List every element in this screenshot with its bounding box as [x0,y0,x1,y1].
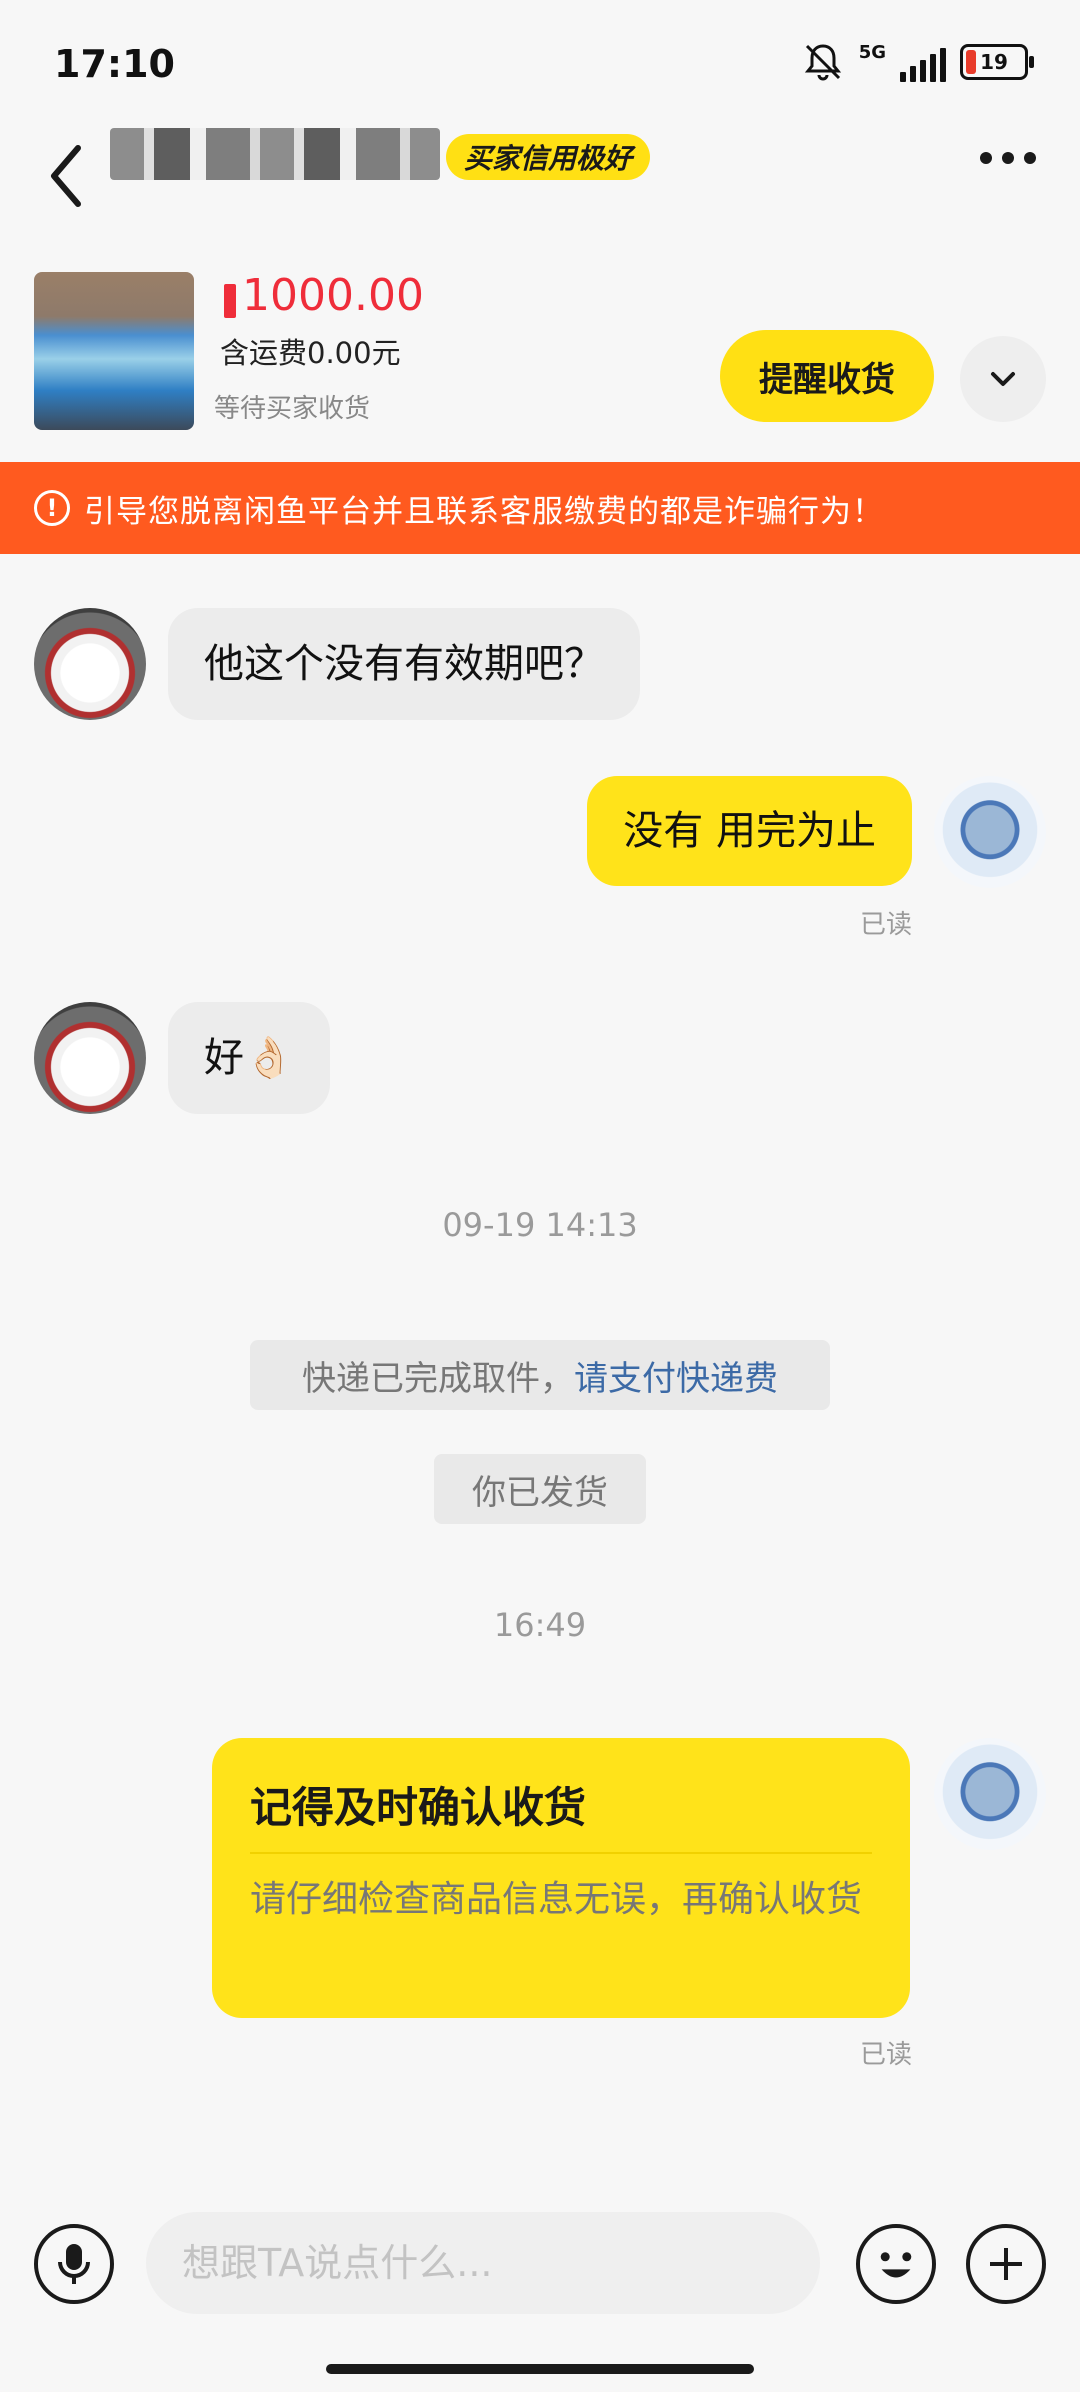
card-divider [250,1852,872,1854]
expand-button[interactable] [960,336,1046,422]
product-price: 1000.00 [242,270,424,321]
message-input[interactable] [146,2212,820,2314]
voice-button[interactable] [34,2224,114,2304]
mute-bell-icon [804,44,841,81]
microphone-icon [58,2244,90,2284]
signal-icon [900,42,946,82]
pay-shipping-link[interactable]: 请支付快递费 [574,1351,778,1400]
read-receipt: 已读 [859,2040,912,2070]
card-title: 记得及时确认收货 [250,1783,587,1832]
message-bubble-outgoing[interactable]: 没有 用完为止 [587,776,912,886]
warning-text: 引导您脱离闲鱼平台并且联系客服缴费的都是诈骗行为！ [84,493,884,530]
system-message-shipped: 你已发货 [434,1454,646,1524]
buyer-avatar[interactable] [34,1002,146,1114]
emoji-icon[interactable] [856,2224,936,2304]
remind-receipt-button[interactable]: 提醒收货 [720,330,934,422]
back-icon[interactable] [36,136,96,216]
confirm-receipt-card[interactable]: 记得及时确认收货 请仔细检查商品信息无误，再确认收货 [212,1738,910,2018]
system-message-pickup: 快递已完成取件， 请支付快递费 [250,1340,830,1410]
self-avatar[interactable] [934,776,1046,888]
status-time: 17:10 [54,42,175,86]
chat-timestamp: 09-19 14:13 [442,1206,638,1244]
message-bubble-incoming[interactable]: 好👌🏻 [168,1002,330,1114]
fraud-warning-banner: ! 引导您脱离闲鱼平台并且联系客服缴费的都是诈骗行为！ [0,462,1080,554]
product-thumbnail[interactable] [34,272,194,430]
order-status: 等待买家收货 [214,394,371,424]
read-receipt: 已读 [859,910,912,940]
warning-icon: ! [34,490,70,526]
network-type: 5G [858,41,886,63]
plus-button[interactable] [966,2224,1046,2304]
contact-name-blurred [110,128,440,180]
more-options-button[interactable] [980,152,1036,164]
chevron-down-icon [991,372,1015,386]
system-message-text: 快递已完成取件， [302,1358,574,1399]
home-indicator[interactable] [326,2364,754,2374]
plus-icon [990,2248,1022,2280]
self-avatar[interactable] [934,1738,1046,1850]
card-body: 请仔细检查商品信息无误，再确认收货 [250,1879,863,1920]
shipping-fee: 含运费0.00元 [220,336,401,370]
chat-timestamp: 16:49 [493,1606,587,1644]
credit-badge: 买家信用极好 [446,134,651,180]
message-bubble-incoming[interactable]: 他这个没有有效期吧？ [168,608,640,720]
price-symbol [224,284,236,318]
battery-icon: 19 [960,44,1034,80]
buyer-avatar[interactable] [34,608,146,720]
status-icons: 5G 19 [801,40,1034,84]
battery-level: 19 [980,50,1008,74]
